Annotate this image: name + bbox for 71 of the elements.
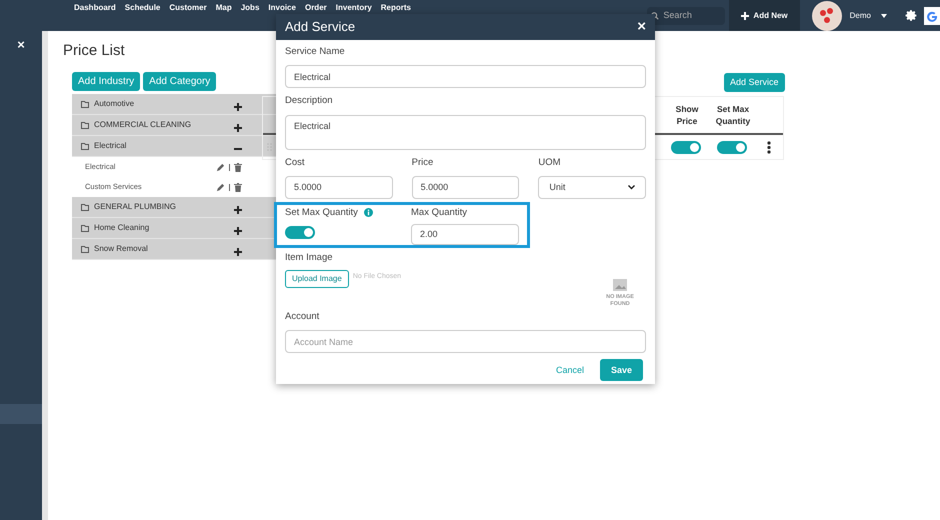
avatar-icon <box>812 0 842 30</box>
field-label: Description <box>285 94 334 108</box>
field-label: Item Image <box>285 250 334 265</box>
upload-image-button[interactable]: Upload Image <box>285 270 349 288</box>
info-icon[interactable] <box>364 208 373 218</box>
toggle-switch[interactable] <box>717 140 747 154</box>
toggle-switch[interactable] <box>671 140 701 154</box>
category-name: COMMERCIAL CLEANING <box>94 119 192 131</box>
close-button[interactable]: × <box>637 16 646 38</box>
category-name: Snow Removal <box>94 243 148 255</box>
user-name[interactable]: Demo <box>850 10 871 22</box>
search-input[interactable]: Search <box>663 8 722 22</box>
field-label: UOM <box>538 156 562 170</box>
column-header: Set Max Quantity <box>714 103 752 127</box>
input-field[interactable]: 2.00 <box>411 224 519 245</box>
nav-link[interactable]: Customer <box>169 3 207 12</box>
caret-icon[interactable] <box>881 14 887 18</box>
input-field[interactable]: 5.0000 <box>285 176 393 199</box>
dialog-title: Add Service <box>285 18 356 36</box>
plus-icon[interactable] <box>234 102 242 110</box>
category-name: Automotive <box>94 98 134 110</box>
plus-icon[interactable] <box>234 248 242 256</box>
add-new-button[interactable]: Add New <box>729 0 800 31</box>
folder-icon <box>81 100 89 108</box>
nav-link[interactable]: Jobs <box>240 3 260 12</box>
input-field[interactable]: Account Name <box>285 330 646 354</box>
input-field[interactable]: 5.0000 <box>412 176 520 199</box>
field-label: Price <box>412 156 434 170</box>
field-label: Max Quantity <box>411 206 468 220</box>
nav-link[interactable]: Map <box>216 3 232 12</box>
drag-handle-icon[interactable] <box>267 143 272 151</box>
toggle-switch[interactable] <box>285 226 315 239</box>
page-title: Price List <box>63 41 125 61</box>
column-header: Show Price <box>674 103 700 127</box>
folder-icon <box>81 204 89 210</box>
folder-icon <box>81 142 89 150</box>
folder-icon <box>81 224 89 232</box>
category-name: Electrical <box>94 140 126 152</box>
nav-link[interactable]: Dashboard <box>74 3 116 12</box>
nav-link[interactable]: Schedule <box>124 3 160 12</box>
plus-icon[interactable] <box>234 124 242 132</box>
plus-icon <box>741 12 750 20</box>
plus-icon[interactable] <box>234 206 242 214</box>
plus-icon[interactable] <box>234 226 242 234</box>
edit-icon[interactable] <box>216 162 225 172</box>
delete-icon[interactable] <box>234 182 242 192</box>
settings-icon[interactable] <box>905 9 918 22</box>
edit-icon[interactable] <box>216 182 225 192</box>
search-field[interactable]: Search <box>647 6 726 24</box>
close-button[interactable]: × <box>0 31 42 59</box>
field-label: Set Max Quantity <box>285 206 358 220</box>
nav-link[interactable]: Inventory <box>336 3 372 12</box>
delete-icon[interactable] <box>234 162 242 172</box>
folder-icon <box>81 246 89 252</box>
folder-icon <box>81 122 89 128</box>
uom-select[interactable]: Unit <box>538 176 646 199</box>
image-placeholder-icon <box>612 278 628 292</box>
nav-link[interactable]: Invoice <box>268 3 296 12</box>
category-name: GENERAL PLUMBING <box>94 201 176 213</box>
more-icon[interactable] <box>767 140 771 154</box>
field-label: Cost <box>285 156 306 170</box>
category-name: Home Cleaning <box>94 222 150 234</box>
nav-link[interactable]: Reports <box>380 3 412 12</box>
field-label: Account <box>285 310 320 324</box>
input-field[interactable]: Electrical <box>285 65 646 88</box>
field-label: Service Name <box>285 45 346 59</box>
nav-link[interactable]: Order <box>304 3 327 12</box>
text-area[interactable]: Electrical <box>285 114 646 150</box>
google-icon[interactable] <box>924 6 940 24</box>
chevron-icon <box>628 184 635 190</box>
search-icon <box>651 12 660 20</box>
